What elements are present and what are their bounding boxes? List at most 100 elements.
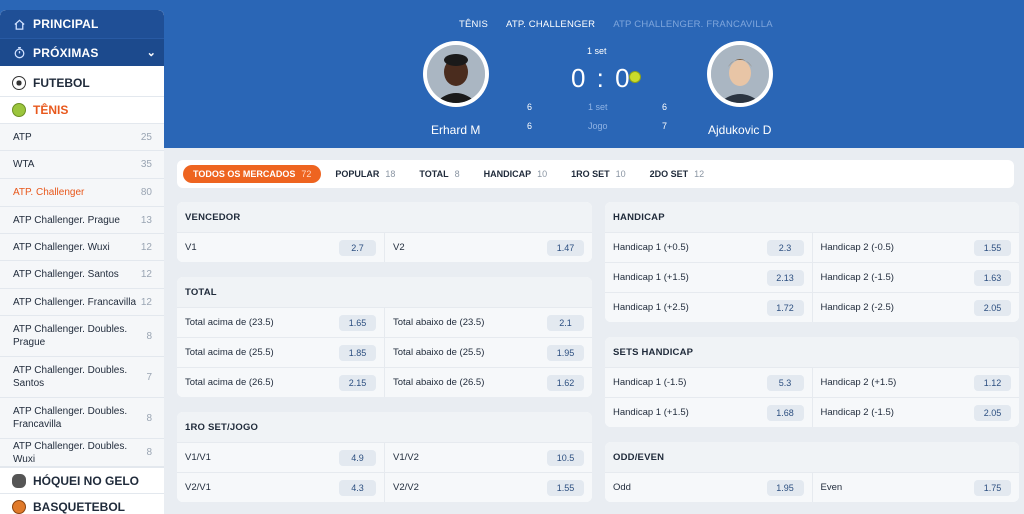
odds-button[interactable]: 1.63 bbox=[974, 269, 1011, 286]
league-item[interactable]: ATP Challenger. Santos 12 bbox=[0, 261, 164, 289]
bet-option[interactable]: Handicap 2 (-0.5) 1.55 bbox=[811, 233, 1020, 262]
breadcrumb-tenis[interactable]: TÊNIS bbox=[459, 19, 488, 30]
tab-label: POPULAR bbox=[335, 169, 380, 179]
nav-principal[interactable]: PRINCIPAL bbox=[0, 10, 164, 38]
bet-option[interactable]: Handicap 1 (+0.5) 2.3 bbox=[605, 233, 812, 262]
market-1ro-set-jogo: 1RO SET/JOGO V1/V1 4.9 V1/V2 10.5 V2/V1 4.3 V2/… bbox=[177, 412, 592, 502]
current-set-label: 1 set bbox=[587, 46, 607, 56]
odds-button[interactable]: 2.05 bbox=[974, 299, 1011, 316]
odds-button[interactable]: 1.65 bbox=[339, 314, 376, 331]
odds-button[interactable]: 10.5 bbox=[547, 449, 584, 466]
odds-button[interactable]: 1.55 bbox=[974, 239, 1011, 256]
league-item[interactable]: ATP Challenger. Doubles. Wuxi 8 bbox=[0, 439, 164, 467]
odds-button[interactable]: 2.1 bbox=[547, 314, 584, 331]
tab-count: 10 bbox=[537, 169, 548, 179]
bet-option[interactable]: Handicap 1 (-1.5) 5.3 bbox=[605, 368, 812, 397]
bet-option[interactable]: Total abaixo de (23.5) 2.1 bbox=[384, 308, 592, 337]
bet-option[interactable]: Total acima de (23.5) 1.65 bbox=[177, 308, 384, 337]
market-vencedor: VENCEDOR V1 2.7 V2 1.47 bbox=[177, 202, 592, 262]
basketball-icon bbox=[12, 500, 26, 514]
sport-hoquei[interactable]: HÓQUEI NO GELO bbox=[0, 467, 164, 494]
sport-tenis[interactable]: TÊNIS bbox=[0, 97, 164, 124]
market-row: Handicap 1 (-1.5) 5.3 Handicap 2 (+1.5) 1.1… bbox=[605, 367, 1019, 397]
league-item[interactable]: ATP Challenger. Prague 13 bbox=[0, 207, 164, 234]
market-sets-handicap: SETS HANDICAP Handicap 1 (-1.5) 5.3 Handica… bbox=[605, 337, 1019, 427]
bet-option[interactable]: V1/V1 4.9 bbox=[177, 443, 384, 472]
league-item[interactable]: ATP Challenger. Doubles. Santos 7 bbox=[0, 357, 164, 398]
league-item-label: ATP Challenger. Doubles. Prague bbox=[13, 324, 128, 348]
market-row: Handicap 1 (+1.5) 1.68 Handicap 2 (-1.5) 2.… bbox=[605, 397, 1019, 427]
odds-button[interactable]: 1.72 bbox=[766, 299, 804, 316]
bet-option[interactable]: Even 1.75 bbox=[811, 473, 1020, 502]
league-item-label: ATP Challenger. Santos bbox=[13, 269, 119, 280]
bet-option[interactable]: Handicap 1 (+1.5) 1.68 bbox=[605, 398, 812, 427]
bet-option[interactable]: Handicap 2 (-2.5) 2.05 bbox=[811, 293, 1020, 322]
bet-option[interactable]: Total abaixo de (26.5) 1.62 bbox=[384, 368, 592, 397]
market-row: Handicap 1 (+0.5) 2.3 Handicap 2 (-0.5) 1.5… bbox=[605, 232, 1019, 262]
odds-button[interactable]: 2.3 bbox=[766, 239, 804, 256]
bet-option-label: V2 bbox=[393, 242, 405, 253]
bet-option-label: V1/V1 bbox=[185, 452, 211, 463]
bet-option-label: Total acima de (23.5) bbox=[185, 317, 274, 328]
sport-futebol[interactable]: FUTEBOL bbox=[0, 70, 164, 97]
league-item[interactable]: ATP Challenger. Francavilla 12 bbox=[0, 289, 164, 316]
league-item[interactable]: ATP Challenger. Wuxi 12 bbox=[0, 234, 164, 261]
odds-button[interactable]: 1.95 bbox=[766, 479, 804, 496]
market-row: Total acima de (23.5) 1.65 Total abaixo de… bbox=[177, 307, 592, 337]
odds-button[interactable]: 4.9 bbox=[339, 449, 376, 466]
bet-option[interactable]: V1 2.7 bbox=[177, 233, 384, 262]
bet-option[interactable]: Handicap 1 (+2.5) 1.72 bbox=[605, 293, 812, 322]
bet-option-label: V1 bbox=[185, 242, 197, 253]
player1-avatar bbox=[423, 41, 489, 107]
league-item[interactable]: ATP Challenger. Doubles. Prague 8 bbox=[0, 316, 164, 357]
tab-market[interactable]: 1RO SET 10 bbox=[561, 165, 636, 183]
odds-button[interactable]: 1.12 bbox=[974, 374, 1011, 391]
league-item[interactable]: ATP. Challenger 80 bbox=[0, 179, 164, 207]
tab-market[interactable]: 2DO SET 12 bbox=[640, 165, 715, 183]
tab-label: HANDICAP bbox=[483, 169, 532, 179]
tab-market[interactable]: HANDICAP 10 bbox=[474, 165, 558, 183]
bet-option[interactable]: Total acima de (26.5) 2.15 bbox=[177, 368, 384, 397]
breadcrumb-challenger[interactable]: ATP. CHALLENGER bbox=[506, 19, 595, 30]
bet-option[interactable]: Odd 1.95 bbox=[605, 473, 812, 502]
tab-market[interactable]: TOTAL 8 bbox=[409, 165, 469, 183]
bet-option[interactable]: V2/V1 4.3 bbox=[177, 473, 384, 502]
market-title: VENCEDOR bbox=[177, 202, 592, 232]
odds-button[interactable]: 1.47 bbox=[547, 239, 584, 256]
bet-option[interactable]: V2 1.47 bbox=[384, 233, 592, 262]
bet-option[interactable]: Handicap 2 (-1.5) 2.05 bbox=[811, 398, 1020, 427]
odds-button[interactable]: 1.68 bbox=[766, 404, 804, 421]
market-row: Handicap 1 (+1.5) 2.13 Handicap 2 (-1.5) 1.… bbox=[605, 262, 1019, 292]
nav-proximas[interactable]: PRÓXIMAS ⌄ bbox=[0, 38, 164, 66]
tab-market[interactable]: TODOS OS MERCADOS 72 bbox=[183, 165, 322, 183]
league-item[interactable]: ATP 25 bbox=[0, 124, 164, 151]
odds-button[interactable]: 2.7 bbox=[339, 239, 376, 256]
bet-option-label: V2/V2 bbox=[393, 482, 419, 493]
odds-button[interactable]: 4.3 bbox=[339, 479, 376, 496]
bet-option[interactable]: Handicap 1 (+1.5) 2.13 bbox=[605, 263, 812, 292]
breadcrumb-current: ATP CHALLENGER. FRANCAVILLA bbox=[613, 19, 773, 30]
odds-button[interactable]: 1.75 bbox=[974, 479, 1011, 496]
odds-button[interactable]: 5.3 bbox=[766, 374, 804, 391]
market-row: Total acima de (26.5) 2.15 Total abaixo de… bbox=[177, 367, 592, 397]
odds-button[interactable]: 2.05 bbox=[974, 404, 1011, 421]
bet-option[interactable]: Handicap 2 (+1.5) 1.12 bbox=[811, 368, 1020, 397]
sport-basquete[interactable]: BASQUETEBOL bbox=[0, 494, 164, 514]
bet-option[interactable]: Total abaixo de (25.5) 1.95 bbox=[384, 338, 592, 367]
bet-option[interactable]: V2/V2 1.55 bbox=[384, 473, 592, 502]
odds-button[interactable]: 1.62 bbox=[547, 374, 584, 391]
odds-button[interactable]: 1.85 bbox=[339, 344, 376, 361]
market-row: V1 2.7 V2 1.47 bbox=[177, 232, 592, 262]
tab-market[interactable]: POPULAR 18 bbox=[325, 165, 405, 183]
bet-option[interactable]: Total acima de (25.5) 1.85 bbox=[177, 338, 384, 367]
tab-count: 72 bbox=[301, 169, 312, 179]
league-item-label: ATP Challenger. Francavilla bbox=[13, 296, 137, 308]
bet-option[interactable]: V1/V2 10.5 bbox=[384, 443, 592, 472]
odds-button[interactable]: 2.15 bbox=[339, 374, 376, 391]
league-item[interactable]: WTA 35 bbox=[0, 151, 164, 179]
bet-option[interactable]: Handicap 2 (-1.5) 1.63 bbox=[811, 263, 1020, 292]
odds-button[interactable]: 2.13 bbox=[766, 269, 804, 286]
league-item[interactable]: ATP Challenger. Doubles. Francavilla 8 bbox=[0, 398, 164, 439]
odds-button[interactable]: 1.95 bbox=[547, 344, 584, 361]
odds-button[interactable]: 1.55 bbox=[547, 479, 584, 496]
